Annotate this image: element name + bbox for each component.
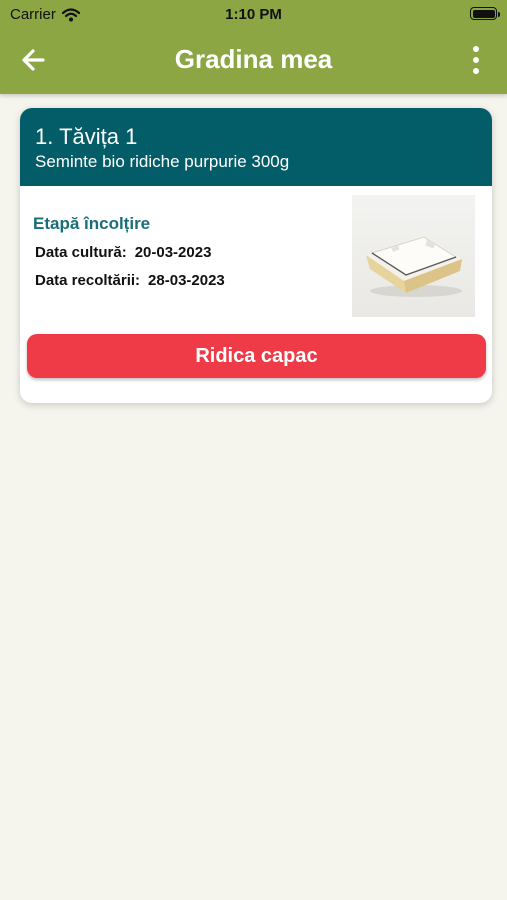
tray-image [352, 195, 475, 317]
tray-title: 1. Tăvița 1 [35, 124, 138, 149]
page-title: Gradina mea [174, 44, 333, 74]
harvest-date-row: Data recoltării: 28-03-2023 [35, 272, 225, 289]
app-header: Carrier 1:10 PM Gradina mea [0, 0, 507, 94]
more-vertical-icon [469, 46, 483, 74]
culture-date-value: 20-03-2023 [134, 244, 212, 261]
more-options-button[interactable] [469, 46, 483, 76]
status-bar: Carrier 1:10 PM [0, 0, 507, 28]
tray-device-image [366, 235, 462, 297]
lift-lid-button[interactable]: Ridica capac [27, 334, 486, 378]
culture-date-label: Data cultură: [35, 244, 127, 261]
arrow-left-icon [22, 49, 45, 71]
growth-stage-label: Etapă încolțire [33, 214, 151, 233]
navigation-bar: Gradina mea [0, 34, 507, 86]
culture-date-row: Data cultură: 20-03-2023 [35, 244, 211, 261]
battery-level [472, 9, 495, 18]
tray-card-header: 1. Tăvița 1 Seminte bio ridiche purpurie… [20, 108, 492, 186]
harvest-date-value: 28-03-2023 [148, 272, 225, 289]
harvest-date-label: Data recoltării: [35, 272, 141, 289]
battery-tip [498, 11, 500, 17]
back-button[interactable] [18, 44, 52, 76]
status-time: 1:10 PM [225, 6, 282, 23]
battery-icon [470, 7, 500, 20]
tray-seed-name: Seminte bio ridiche purpurie 300g [35, 152, 290, 171]
tray-card[interactable]: 1. Tăvița 1 Seminte bio ridiche purpurie… [20, 108, 492, 403]
